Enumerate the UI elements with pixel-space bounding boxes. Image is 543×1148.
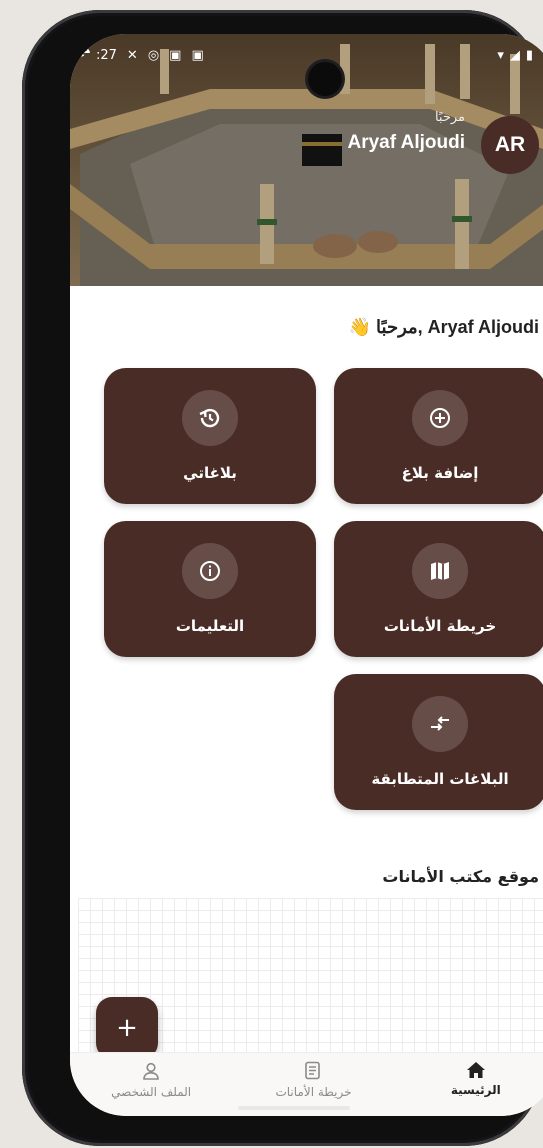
lost-items-map-card[interactable]: خريطة الأمانات: [334, 521, 543, 657]
nav-profile-label: الملف الشخصي: [111, 1085, 192, 1099]
battery-icon: ▮: [525, 47, 533, 63]
status-bar: :27 ✕ ◎ ▣ ▣ ▾ ◢ ▮: [96, 44, 533, 66]
home-icon: [466, 1062, 485, 1078]
my-reports-card[interactable]: بلاغاتي: [104, 368, 316, 504]
person-icon: [143, 1062, 159, 1080]
phone-frame: :27 ✕ ◎ ▣ ▣ ▾ ◢ ▮ AR مرحبًا Aryaf Aljoud…: [22, 10, 543, 1146]
my-reports-label: بلاغاتي: [183, 464, 237, 482]
wifi-icon: ▾: [497, 47, 504, 63]
header-banner: :27 ✕ ◎ ▣ ▣ ▾ ◢ ▮ AR مرحبًا Aryaf Aljoud…: [70, 34, 543, 286]
nav-home[interactable]: الرئيسية: [401, 1061, 543, 1097]
shield-status-icon: ◎: [147, 47, 160, 63]
welcome-text: مرحبًا, Aryaf Aljoudi: [376, 317, 539, 337]
welcome-heading: 👋 مرحبًا, Aryaf Aljoudi: [343, 317, 539, 338]
map-icon: [412, 543, 468, 599]
nav-map-label: خريطة الأمانات: [275, 1085, 352, 1099]
add-report-label: إضافة بلاغ: [401, 464, 479, 482]
status-time: :27: [96, 47, 117, 63]
greeting-label: مرحبًا: [434, 110, 465, 125]
add-report-card[interactable]: إضافة بلاغ: [334, 368, 543, 504]
plus-circle-icon: [412, 390, 468, 446]
matched-reports-card[interactable]: البلاغات المتطابقة: [334, 674, 543, 810]
app-status-icon: ▣: [191, 47, 204, 63]
lost-items-map-label: خريطة الأمانات: [383, 617, 497, 635]
instructions-label: التعليمات: [175, 617, 245, 635]
bell-icon[interactable]: [70, 34, 92, 58]
nav-profile[interactable]: الملف الشخصي: [76, 1061, 226, 1099]
swap-arrows-icon: [412, 696, 468, 752]
nav-map[interactable]: خريطة الأمانات: [238, 1061, 388, 1099]
image-status-icon: ▣: [169, 47, 182, 63]
history-icon: [182, 390, 238, 446]
office-location-title: موقع مكتب الأمانات: [382, 867, 539, 886]
signal-icon: ◢: [509, 47, 520, 63]
avatar[interactable]: AR: [481, 116, 539, 174]
home-indicator[interactable]: [238, 1106, 350, 1110]
nav-home-label: الرئيسية: [450, 1083, 501, 1097]
matched-reports-label: البلاغات المتطابقة: [371, 770, 509, 788]
instructions-card[interactable]: التعليمات: [104, 521, 316, 657]
user-name: Aryaf Aljoudi: [347, 132, 465, 153]
info-icon: [182, 543, 238, 599]
wave-emoji: 👋: [348, 317, 372, 337]
document-icon: [305, 1061, 321, 1080]
kaaba-illustration: [70, 34, 543, 286]
add-fab-button[interactable]: +: [96, 997, 158, 1059]
notification-icon: ✕: [126, 47, 138, 63]
app-screen: :27 ✕ ◎ ▣ ▣ ▾ ◢ ▮ AR مرحبًا Aryaf Aljoud…: [70, 34, 543, 1116]
camera-cutout: [308, 62, 342, 96]
